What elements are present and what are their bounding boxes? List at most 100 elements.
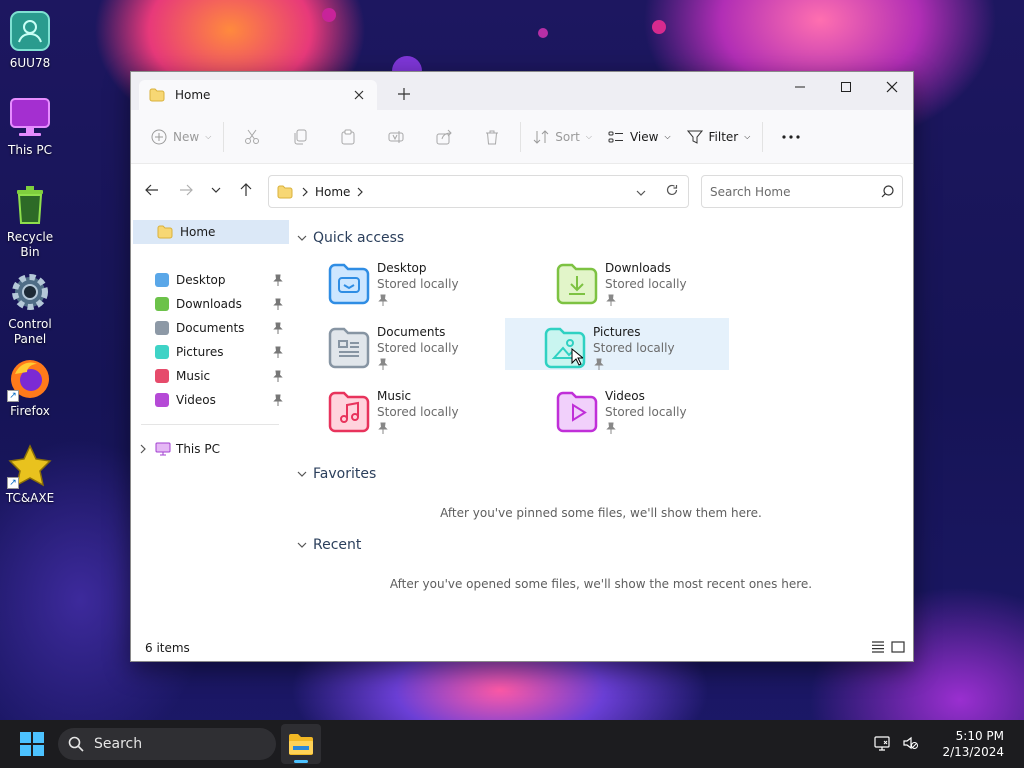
network-button[interactable] [868, 735, 896, 754]
monitor-icon [155, 442, 171, 456]
pin-icon [273, 322, 283, 334]
windows-logo-icon [20, 732, 44, 756]
breadcrumb-home[interactable]: Home [315, 185, 350, 199]
chevron-down-icon: ⌵ [585, 131, 592, 141]
clock[interactable]: 5:10 PM 2/13/2024 [924, 728, 1024, 760]
filter-icon [686, 130, 703, 144]
tab-home[interactable]: Home [139, 80, 377, 110]
quick-access-downloads[interactable]: Downloads Stored locally [517, 254, 741, 306]
address-history-button[interactable] [626, 185, 656, 199]
sidebar-item-music[interactable]: Music [131, 364, 289, 388]
desktop-folder-icon [155, 273, 169, 287]
back-button[interactable] [137, 175, 167, 205]
firefox-icon: ↗ [7, 356, 53, 402]
section-title: Quick access [313, 230, 405, 246]
status-bar: 6 items [131, 635, 913, 661]
refresh-icon [666, 184, 678, 196]
paste-button[interactable] [324, 121, 372, 153]
clipboard-icon [341, 129, 355, 144]
close-icon [886, 81, 898, 93]
desktop-icon-user[interactable]: 6UU78 [0, 8, 60, 71]
quick-access-music[interactable]: Music Stored locally [289, 382, 513, 434]
copy-button[interactable] [276, 121, 324, 153]
item-location: Stored locally [377, 277, 459, 291]
plus-circle-icon [151, 129, 167, 144]
sidebar-item-label: This PC [176, 442, 220, 456]
more-options-button[interactable] [767, 121, 815, 153]
maximize-button[interactable] [823, 72, 869, 102]
details-view-button[interactable] [871, 640, 885, 656]
filter-button[interactable]: Filter ⌵ [679, 121, 759, 153]
sidebar-item-documents[interactable]: Documents [131, 316, 289, 340]
sidebar-item-desktop[interactable]: Desktop [131, 268, 289, 292]
quick-access-documents[interactable]: Documents Stored locally [289, 318, 513, 370]
taskbar-file-explorer[interactable] [281, 724, 321, 764]
sidebar-item-videos[interactable]: Videos [131, 388, 289, 412]
address-bar[interactable]: Home [268, 175, 689, 208]
copy-icon [294, 129, 307, 144]
pin-icon [273, 298, 283, 310]
minimize-button[interactable] [777, 72, 823, 102]
divider [762, 121, 764, 152]
quick-access-videos[interactable]: Videos Stored locally [517, 382, 741, 434]
desktop-icon-tc-axe[interactable]: ↗ TC&AXE [0, 443, 60, 506]
item-location: Stored locally [605, 405, 687, 419]
tiles-view-icon [891, 640, 905, 653]
section-header-recent[interactable]: Recent [297, 537, 361, 553]
close-window-button[interactable] [869, 72, 915, 102]
pin-icon [378, 294, 388, 306]
navigation-pane: Home Desktop Downloads Documents Picture… [131, 216, 289, 636]
section-header-favorites[interactable]: Favorites [297, 466, 376, 482]
taskbar-search[interactable]: Search [58, 728, 276, 760]
chevron-down-icon [636, 190, 646, 196]
item-location: Stored locally [377, 405, 459, 419]
view-button[interactable]: View ⌵ [600, 121, 679, 153]
forward-button[interactable] [171, 175, 201, 205]
close-tab-button[interactable] [347, 83, 371, 107]
tiles-view-button[interactable] [891, 640, 905, 656]
search-box[interactable] [701, 175, 903, 208]
desktop-icon-control-panel[interactable]: Control Panel [0, 269, 60, 347]
section-title: Favorites [313, 466, 377, 482]
downloads-folder-icon [155, 297, 169, 311]
sidebar-item-home[interactable]: Home [133, 220, 289, 244]
item-name: Downloads [605, 261, 671, 275]
recent-locations-button[interactable] [201, 175, 231, 205]
quick-access-desktop[interactable]: Desktop Stored locally [289, 254, 513, 306]
share-icon [436, 129, 452, 144]
search-icon [881, 185, 894, 198]
new-button[interactable]: New ⌵ [143, 121, 219, 153]
up-button[interactable] [231, 175, 261, 205]
volume-button[interactable] [896, 735, 924, 754]
new-tab-button[interactable] [393, 83, 415, 105]
rename-button[interactable] [372, 121, 420, 153]
desktop-icon-firefox[interactable]: ↗ Firefox [0, 356, 60, 419]
item-location: Stored locally [593, 341, 675, 355]
desktop-icon-recycle-bin[interactable]: Recycle Bin [0, 182, 60, 260]
new-label: New [173, 129, 200, 144]
item-location: Stored locally [377, 341, 459, 355]
home-folder-icon [277, 185, 293, 198]
chevron-down-icon: ⌵ [205, 131, 212, 141]
cut-button[interactable] [228, 121, 276, 153]
sidebar-item-pictures[interactable]: Pictures [131, 340, 289, 364]
sidebar-item-this-pc[interactable]: This PC [131, 437, 289, 461]
chevron-down-icon [297, 542, 307, 548]
search-input[interactable] [710, 184, 881, 199]
delete-button[interactable] [468, 121, 516, 153]
maximize-icon [841, 82, 851, 92]
start-button[interactable] [20, 732, 44, 759]
share-button[interactable] [420, 121, 468, 153]
section-header-quick-access[interactable]: Quick access [297, 230, 404, 246]
desktop-icon-label: 6UU78 [9, 56, 51, 70]
quick-access-pictures[interactable]: Pictures Stored locally [505, 318, 729, 370]
tab-label: Home [175, 88, 211, 102]
item-name: Music [377, 389, 412, 403]
sidebar-item-downloads[interactable]: Downloads [131, 292, 289, 316]
arrow-up-icon [240, 183, 252, 196]
sort-button[interactable]: Sort ⌵ [525, 121, 600, 153]
desktop-icon-this-pc[interactable]: This PC [0, 95, 60, 158]
taskbar-search-label: Search [94, 736, 143, 752]
arrow-left-icon [145, 184, 158, 196]
refresh-button[interactable] [656, 184, 688, 199]
